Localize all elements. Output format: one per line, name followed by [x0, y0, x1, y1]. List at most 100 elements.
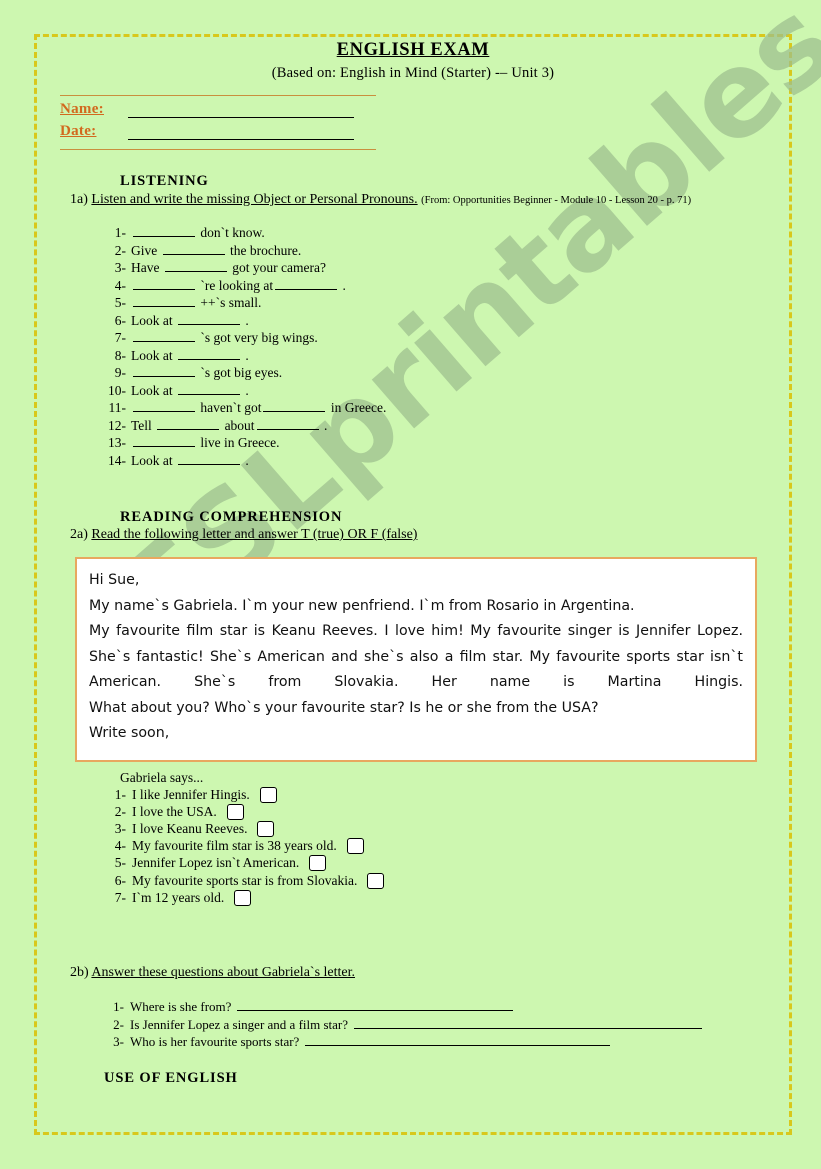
listening-item-list: 1- don`t know. 2- Give the brochure. 3- Have…	[104, 225, 386, 470]
statement-checkbox[interactable]	[346, 838, 364, 855]
question-answer-field[interactable]	[305, 1033, 611, 1046]
listening-item-text-end: .	[339, 277, 346, 293]
listening-item-text-after: don`t know.	[197, 225, 265, 240]
listening-item: 6- Look at .	[104, 313, 386, 331]
statement-list: 1- I like Jennifer Hingis. 2- I love the US…	[104, 786, 664, 906]
statement-number: 6-	[114, 872, 126, 888]
section-heading-listening: LISTENING	[120, 173, 209, 189]
question-row: 1- Where is she from?	[104, 998, 764, 1016]
task-2a: 2a) Read the following letter and answer…	[70, 527, 417, 543]
question-answer-field[interactable]	[354, 1016, 703, 1029]
identity-block: Name: Date:	[60, 95, 376, 150]
listening-item-blank[interactable]	[133, 435, 195, 447]
listening-item: 9- `s got big eyes.	[104, 365, 386, 383]
letter-paragraph-2: My favourite film star is Keanu Reeves. …	[89, 623, 743, 690]
task-1a-number: 1a)	[70, 192, 88, 207]
question-answer-field[interactable]	[237, 998, 514, 1011]
listening-item-number: 5-	[114, 295, 126, 310]
listening-item: 4- `re looking at .	[104, 278, 386, 296]
statement-row: 4- My favourite film star is 38 years old…	[104, 838, 664, 855]
listening-item-blank[interactable]	[133, 295, 195, 307]
question-text: Who is her favourite sports star?	[130, 1034, 300, 1049]
listening-item-blank[interactable]	[162, 243, 225, 255]
statement-text: I love the USA.	[132, 803, 217, 819]
listening-item-blank[interactable]	[133, 330, 195, 342]
identity-rule-top	[60, 95, 376, 96]
statement-text: I love Keanu Reeves.	[132, 820, 248, 836]
name-label: Name:	[60, 101, 104, 117]
letter-text: Hi Sue, My name`s Gabriela. I`m your new…	[77, 559, 755, 747]
listening-item-blank[interactable]	[133, 225, 195, 237]
listening-item-number: 6-	[114, 312, 126, 328]
listening-item: 12- Tell about .	[104, 418, 386, 436]
listening-item-text-after: haven`t got	[197, 400, 262, 415]
question-text: Is Jennifer Lopez a singer and a film st…	[130, 1016, 349, 1032]
listening-item-blank[interactable]	[263, 400, 326, 412]
statement-checkbox[interactable]	[309, 855, 327, 872]
statement-row: 6- My favourite sports star is from Slova…	[104, 872, 664, 889]
listening-item-blank[interactable]	[164, 260, 227, 272]
listening-item-text-before: Look at	[131, 382, 176, 398]
listening-item-text-after: .	[242, 347, 249, 363]
name-row: Name:	[60, 98, 376, 118]
date-label: Date:	[60, 123, 97, 139]
statement-checkbox[interactable]	[367, 872, 385, 889]
listening-item-blank[interactable]	[133, 278, 195, 290]
task-1a-prompt: Listen and write the missing Object or P…	[91, 192, 418, 207]
listening-item-blank[interactable]	[178, 453, 240, 465]
task-2a-prompt: Read the following letter and answer T (…	[91, 527, 418, 542]
statement-text: My favourite film star is 38 years old.	[132, 838, 337, 854]
statement-row: 7- I`m 12 years old.	[104, 889, 664, 906]
listening-item-blank[interactable]	[178, 348, 240, 360]
section-heading-reading: READING COMPREHENSION	[120, 509, 343, 525]
listening-item-text-before: Give	[131, 242, 161, 258]
task-2a-number: 2a)	[70, 527, 88, 542]
listening-item-number: 3-	[114, 260, 126, 275]
statement-checkbox[interactable]	[257, 820, 275, 837]
worksheet-content: ENGLISH EXAM (Based on: English in Mind …	[0, 0, 821, 1169]
listening-item: 3- Have got your camera?	[104, 260, 386, 278]
question-number: 3-	[113, 1034, 124, 1049]
listening-item-text-end: .	[320, 417, 328, 433]
listening-item-blank[interactable]	[275, 278, 338, 290]
listening-item-blank[interactable]	[133, 365, 195, 377]
statement-checkbox[interactable]	[259, 786, 277, 803]
listening-item-text-before: Tell	[131, 417, 156, 433]
task-2b-number: 2b)	[70, 965, 89, 980]
page-title: ENGLISH EXAM	[336, 40, 490, 60]
page-subtitle: (Based on: English in Mind (Starter) -– …	[271, 65, 555, 81]
date-input[interactable]	[128, 126, 354, 140]
listening-item: 1- don`t know.	[104, 225, 386, 243]
listening-item-number: 11-	[108, 400, 127, 415]
letter-paragraph-3: What about you? Who`s your favourite sta…	[89, 699, 599, 716]
statement-checkbox[interactable]	[226, 803, 244, 820]
statement-number: 7-	[114, 889, 126, 905]
question-text: Where is she from?	[130, 999, 232, 1014]
statement-number: 1-	[114, 786, 126, 802]
listening-item-number: 9-	[114, 365, 126, 380]
statement-text: My favourite sports star is from Slovaki…	[132, 872, 358, 888]
listening-item-blank[interactable]	[157, 418, 220, 430]
statement-checkbox[interactable]	[234, 889, 252, 906]
question-row: 3- Who is her favourite sports star?	[104, 1033, 764, 1051]
listening-item-blank[interactable]	[178, 383, 240, 395]
listening-item-blank[interactable]	[133, 400, 195, 412]
listening-item-text-end: in Greece.	[327, 400, 387, 415]
question-number: 1-	[113, 999, 124, 1014]
statement-row: 5- Jennifer Lopez isn`t American.	[104, 855, 664, 872]
listening-item-blank[interactable]	[256, 418, 319, 430]
name-input[interactable]	[128, 104, 354, 118]
listening-item-text-after: got your camera?	[228, 260, 326, 275]
question-number: 2-	[113, 1016, 124, 1032]
listening-item-text-after: the brochure.	[226, 242, 302, 258]
listening-item-number: 12-	[108, 417, 126, 433]
listening-item-number: 7-	[114, 330, 126, 345]
letter-paragraph-4: Write soon,	[89, 725, 170, 741]
listening-item-blank[interactable]	[178, 313, 240, 325]
task-1a-source: (From: Opportunities Beginner - Module 1…	[421, 195, 692, 206]
statements-caption: Gabriela says...	[120, 770, 204, 785]
statement-text: I`m 12 years old.	[132, 889, 225, 905]
task-2b-prompt: Answer these questions about Gabriela`s …	[91, 965, 355, 980]
listening-item: 11- haven`t got in Greece.	[104, 400, 387, 418]
listening-item-text-after: ++`s small.	[197, 295, 262, 310]
